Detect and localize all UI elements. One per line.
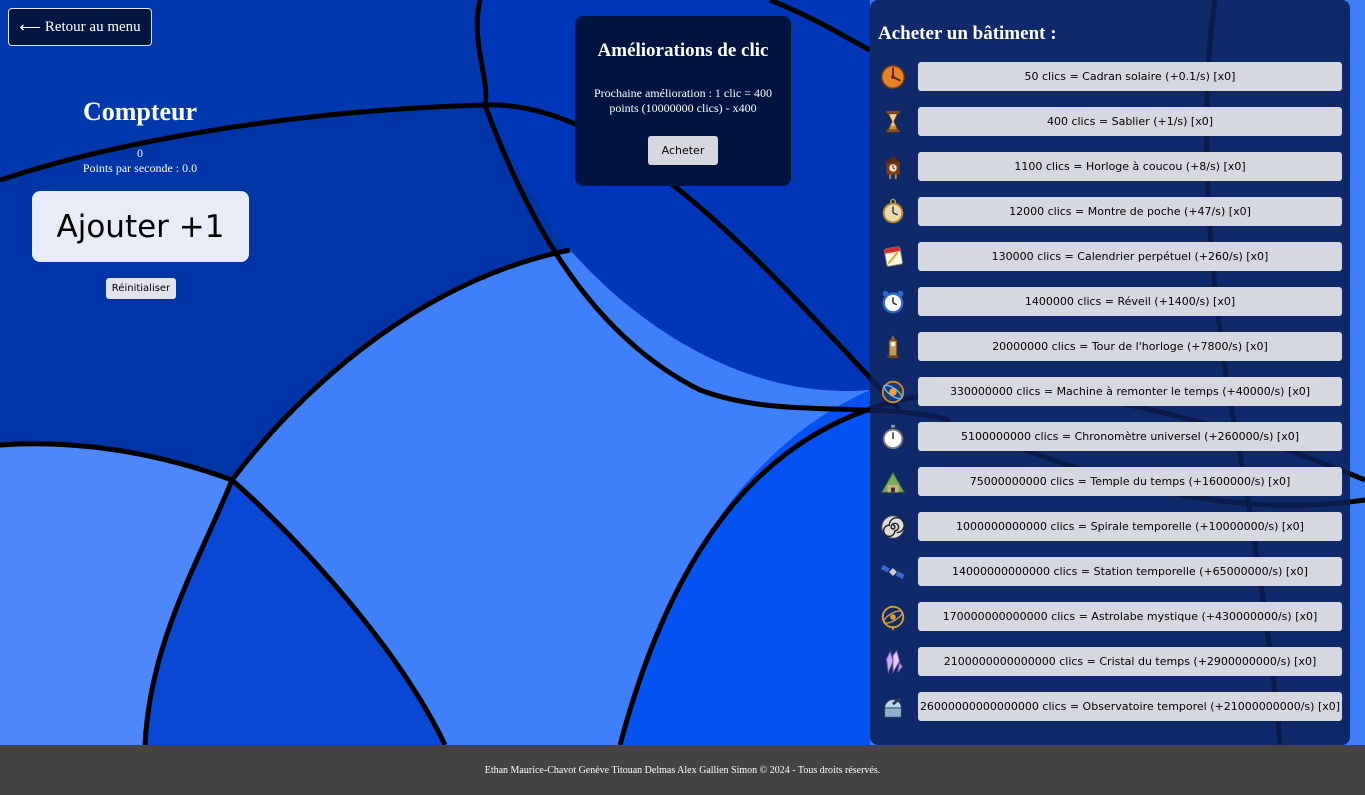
building-row: 12000 clics = Montre de poche (+47/s) [x… (870, 197, 1350, 227)
back-to-menu-button[interactable]: ⟵ Retour au menu (8, 8, 152, 46)
time-machine-icon (878, 378, 908, 406)
footer: Ethan Maurice-Chavot Genève Titouan Delm… (0, 745, 1365, 795)
buy-building-button[interactable]: 1100 clics = Horloge à coucou (+8/s) [x0… (918, 152, 1342, 181)
building-row: 1100 clics = Horloge à coucou (+8/s) [x0… (870, 152, 1350, 182)
building-row: 170000000000000 clics = Astrolabe mystiq… (870, 602, 1350, 632)
buy-upgrade-button[interactable]: Acheter (648, 136, 718, 165)
sundial-icon (878, 63, 908, 91)
reset-button[interactable]: Réinitialiser (106, 278, 176, 299)
calendar-icon (878, 243, 908, 271)
buy-building-button[interactable]: 2100000000000000 clics = Cristal du temp… (918, 647, 1342, 676)
astrolabe-icon (878, 603, 908, 631)
cuckoo-clock-icon (878, 153, 908, 181)
building-shop-panel: Acheter un bâtiment : 50 clics = Cadran … (870, 0, 1350, 745)
back-to-menu-label: Retour au menu (44, 18, 141, 35)
building-row: 130000 clics = Calendrier perpétuel (+26… (870, 242, 1350, 272)
footer-text: Ethan Maurice-Chavot Genève Titouan Delm… (484, 764, 881, 776)
buy-building-button[interactable]: 170000000000000 clics = Astrolabe mystiq… (918, 602, 1342, 631)
building-row: 20000000 clics = Tour de l'horloge (+780… (870, 332, 1350, 362)
buy-building-button[interactable]: 5100000000 clics = Chronomètre universel… (918, 422, 1342, 451)
pocket-watch-icon (878, 198, 908, 226)
counter-value: 0 (137, 146, 143, 160)
counter-title: Compteur (82, 97, 198, 126)
building-row: 50 clics = Cadran solaire (+0.1/s) [x0] (870, 62, 1350, 92)
building-row: 2100000000000000 clics = Cristal du temp… (870, 647, 1350, 677)
spiral-icon (878, 513, 908, 541)
buy-building-button[interactable]: 330000000 clics = Machine à remonter le … (918, 377, 1342, 406)
buy-building-button[interactable]: 1000000000000 clics = Spirale temporelle… (918, 512, 1342, 541)
crystal-icon (878, 648, 908, 676)
building-row: 1400000 clics = Réveil (+1400/s) [x0] (870, 287, 1350, 317)
clock-tower-icon (878, 333, 908, 361)
building-row: 26000000000000000 clics = Observatoire t… (870, 692, 1350, 722)
building-row: 330000000 clics = Machine à remonter le … (870, 377, 1350, 407)
alarm-clock-icon (878, 288, 908, 316)
buy-building-button[interactable]: 130000 clics = Calendrier perpétuel (+26… (918, 242, 1342, 271)
counter-panel: Compteur 0 Points par seconde : 0.0 (40, 96, 240, 176)
buy-building-button[interactable]: 20000000 clics = Tour de l'horloge (+780… (918, 332, 1342, 361)
buy-building-button[interactable]: 50 clics = Cadran solaire (+0.1/s) [x0] (918, 62, 1342, 91)
building-row: 400 clics = Sablier (+1/s) [x0] (870, 107, 1350, 137)
buy-building-button[interactable]: 12000 clics = Montre de poche (+47/s) [x… (918, 197, 1342, 226)
building-row: 5100000000 clics = Chronomètre universel… (870, 422, 1350, 452)
shop-title: Acheter un bâtiment : (878, 23, 1057, 44)
building-row: 1000000000000 clics = Spirale temporelle… (870, 512, 1350, 542)
buy-building-button[interactable]: 400 clics = Sablier (+1/s) [x0] (918, 107, 1342, 136)
upgrades-title: Améliorations de clic (597, 40, 769, 61)
upgrade-info: Prochaine amélioration : 1 clic = 400 po… (593, 86, 773, 115)
building-row: 75000000000 clics = Temple du temps (+16… (870, 467, 1350, 497)
arrow-left-icon: ⟵ (19, 19, 41, 36)
add-one-button[interactable]: Ajouter +1 (32, 191, 249, 262)
temple-icon (878, 468, 908, 496)
stopwatch-icon (878, 423, 908, 451)
buy-building-button[interactable]: 1400000 clics = Réveil (+1400/s) [x0] (918, 287, 1342, 316)
satellite-icon (878, 558, 908, 586)
hourglass-icon (878, 108, 908, 136)
observatory-icon (878, 693, 908, 721)
buy-building-button[interactable]: 75000000000 clics = Temple du temps (+16… (918, 467, 1342, 496)
building-row: 14000000000000 clics = Station temporell… (870, 557, 1350, 587)
buy-building-button[interactable]: 26000000000000000 clics = Observatoire t… (918, 692, 1342, 721)
points-per-second: Points par seconde : 0.0 (82, 161, 198, 175)
buy-building-button[interactable]: 14000000000000 clics = Station temporell… (918, 557, 1342, 586)
click-upgrades-panel: Améliorations de clic Prochaine améliora… (575, 16, 791, 186)
